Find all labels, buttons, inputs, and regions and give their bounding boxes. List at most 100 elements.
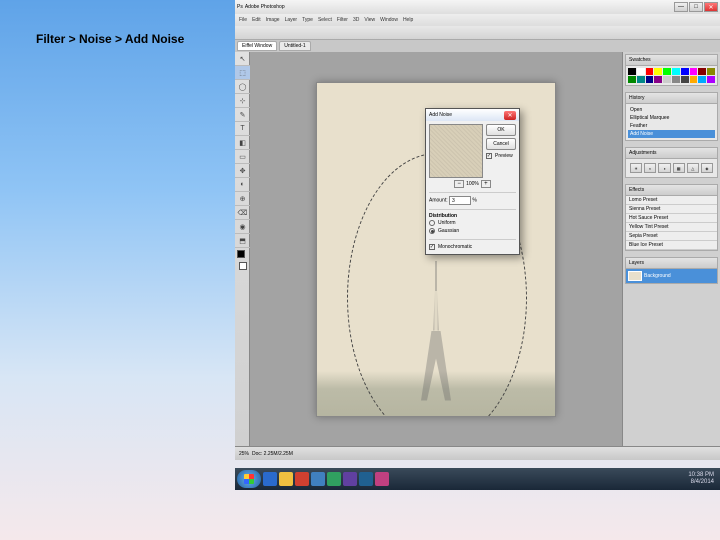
adjustment-icon[interactable]: ◑	[658, 163, 670, 173]
history-item[interactable]: Feather	[628, 122, 715, 130]
swatch[interactable]	[690, 76, 698, 83]
taskbar-icon[interactable]	[295, 472, 309, 486]
history-item[interactable]: Elliptical Marquee	[628, 114, 715, 122]
swatch[interactable]	[681, 68, 689, 75]
amount-input[interactable]	[449, 196, 471, 205]
toolbox: ↖ ⬚ ◯ ⊹ ✎ T ◧ ▭ ✥ ◐ ⊕ ⌫ ◉ ⬒	[235, 52, 250, 446]
swatch[interactable]	[628, 76, 636, 83]
swatch[interactable]	[681, 76, 689, 83]
close-button[interactable]: ✕	[704, 2, 718, 12]
effect-preset[interactable]: Yellow Tint Preset	[626, 223, 717, 232]
taskbar-icon[interactable]	[327, 472, 341, 486]
swatch[interactable]	[637, 68, 645, 75]
menu-select[interactable]: Select	[318, 17, 332, 23]
effect-preset[interactable]: Lomo Preset	[626, 196, 717, 205]
monochromatic-checkbox[interactable]: ✓Monochromatic	[429, 243, 516, 251]
gaussian-radio[interactable]: Gaussian	[429, 227, 516, 235]
tab-document-1[interactable]: Eiffel Window	[237, 41, 277, 51]
menu-help[interactable]: Help	[403, 17, 413, 23]
color-swatches[interactable]	[237, 250, 247, 270]
menu-3d[interactable]: 3D	[353, 17, 359, 23]
menu-filter[interactable]: Filter	[337, 17, 348, 23]
app-title: Adobe Photoshop	[245, 4, 285, 10]
move-tool[interactable]: ↖	[235, 52, 250, 66]
adjustment-icon[interactable]: ◐	[644, 163, 656, 173]
swatch[interactable]	[654, 76, 662, 83]
brush-tool[interactable]: ◧	[235, 136, 250, 150]
taskbar-icon[interactable]	[359, 472, 373, 486]
zoom-out-button[interactable]: −	[454, 180, 464, 188]
taskbar-icon[interactable]	[343, 472, 357, 486]
minimize-button[interactable]: —	[674, 2, 688, 12]
wand-tool[interactable]: ⊹	[235, 94, 250, 108]
adjustment-icon[interactable]: △	[687, 163, 699, 173]
hand-tool[interactable]: ⬒	[235, 234, 250, 248]
effect-preset[interactable]: Blue Ice Preset	[626, 241, 717, 250]
history-panel-header[interactable]: History	[625, 92, 718, 104]
taskbar-icon[interactable]	[311, 472, 325, 486]
swatch[interactable]	[646, 68, 654, 75]
effect-preset[interactable]: Sepia Preset	[626, 232, 717, 241]
swatch[interactable]	[707, 76, 715, 83]
adjustment-icon[interactable]: ☀	[630, 163, 642, 173]
tab-document-2[interactable]: Untitled-1	[279, 41, 310, 51]
swatch[interactable]	[637, 76, 645, 83]
maximize-button[interactable]: □	[689, 2, 703, 12]
foreground-color[interactable]	[237, 250, 245, 258]
swatch[interactable]	[698, 76, 706, 83]
adjustment-icon[interactable]: ◈	[701, 163, 713, 173]
effect-preset[interactable]: Sienna Preset	[626, 205, 717, 214]
system-clock[interactable]: 10:38 PM8/4/2014	[688, 472, 718, 486]
swatch[interactable]	[707, 68, 715, 75]
menu-window[interactable]: Window	[380, 17, 398, 23]
dialog-close-button[interactable]: ✕	[504, 111, 516, 120]
type-tool[interactable]: T	[235, 122, 250, 136]
effect-preset[interactable]: Hot Sauce Preset	[626, 214, 717, 223]
history-item[interactable]: Open	[628, 106, 715, 114]
gradient-tool[interactable]: ◉	[235, 220, 250, 234]
marquee-tool[interactable]: ⬚	[235, 66, 250, 80]
swatch[interactable]	[646, 76, 654, 83]
start-button[interactable]	[237, 470, 261, 488]
adjustments-panel-header[interactable]: Adjustments	[625, 147, 718, 159]
menu-edit[interactable]: Edit	[252, 17, 261, 23]
layers-panel-header[interactable]: Layers	[625, 257, 718, 269]
ok-button[interactable]: OK	[486, 124, 516, 136]
swatch[interactable]	[663, 68, 671, 75]
menu-image[interactable]: Image	[266, 17, 280, 23]
adjustment-icon[interactable]: ▦	[673, 163, 685, 173]
preview-checkbox[interactable]: ✓Preview	[486, 152, 516, 160]
swatch[interactable]	[663, 76, 671, 83]
menu-view[interactable]: View	[364, 17, 375, 23]
zoom-in-button[interactable]: +	[481, 180, 491, 188]
background-color[interactable]	[239, 262, 247, 270]
zoom-value: 100%	[466, 181, 479, 187]
layer-background[interactable]: Background	[626, 269, 717, 283]
swatch[interactable]	[672, 68, 680, 75]
swatch[interactable]	[672, 76, 680, 83]
menu-layer[interactable]: Layer	[285, 17, 298, 23]
cancel-button[interactable]: Cancel	[486, 138, 516, 150]
document-tabs: Eiffel Window Untitled-1	[235, 40, 720, 52]
swatch[interactable]	[698, 68, 706, 75]
swatch[interactable]	[628, 68, 636, 75]
swatch[interactable]	[654, 68, 662, 75]
effects-panel-header[interactable]: Effects	[625, 184, 718, 196]
crop-tool[interactable]: ✎	[235, 108, 250, 122]
swatch[interactable]	[690, 68, 698, 75]
clone-tool[interactable]: ✥	[235, 164, 250, 178]
swatches-panel-header[interactable]: Swatches	[625, 54, 718, 66]
eraser-tool[interactable]: ⌫	[235, 206, 250, 220]
eyedropper-tool[interactable]: ⊕	[235, 192, 250, 206]
taskbar-icon[interactable]	[279, 472, 293, 486]
amount-unit: %	[472, 198, 476, 204]
uniform-radio[interactable]: Uniform	[429, 219, 516, 227]
taskbar-icon[interactable]	[375, 472, 389, 486]
menu-type[interactable]: Type	[302, 17, 313, 23]
taskbar-icon[interactable]	[263, 472, 277, 486]
menu-file[interactable]: File	[239, 17, 247, 23]
history-item[interactable]: Add Noise	[628, 130, 715, 138]
shape-tool[interactable]: ▭	[235, 150, 250, 164]
lasso-tool[interactable]: ◯	[235, 80, 250, 94]
dodge-tool[interactable]: ◐	[235, 178, 250, 192]
